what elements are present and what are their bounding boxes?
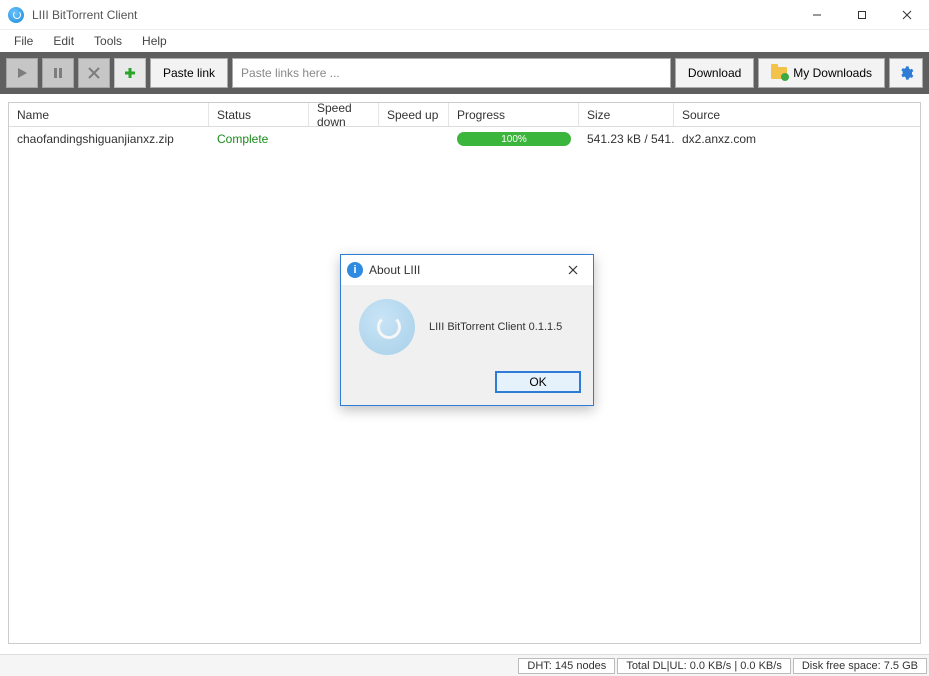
dialog-footer: OK bbox=[341, 365, 593, 405]
dialog-body: LIII BitTorrent Client 0.1.1.5 bbox=[341, 285, 593, 365]
app-logo-icon bbox=[359, 299, 415, 355]
dialog-close-button[interactable] bbox=[559, 259, 587, 281]
ok-button[interactable]: OK bbox=[495, 371, 581, 393]
about-dialog: i About LIII LIII BitTorrent Client 0.1.… bbox=[340, 254, 594, 406]
dialog-backdrop: i About LIII LIII BitTorrent Client 0.1.… bbox=[0, 0, 929, 676]
dialog-title: About LIII bbox=[369, 263, 559, 277]
ok-label: OK bbox=[529, 375, 546, 389]
info-icon: i bbox=[347, 262, 363, 278]
dialog-titlebar: i About LIII bbox=[341, 255, 593, 285]
dialog-message: LIII BitTorrent Client 0.1.1.5 bbox=[429, 321, 562, 333]
